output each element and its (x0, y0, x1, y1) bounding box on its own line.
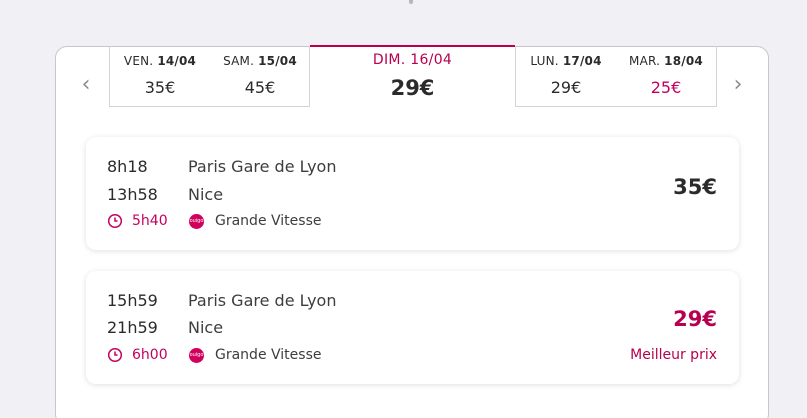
date-day: MAR. (629, 54, 661, 68)
operator: ouigo Grande Vitesse (189, 212, 321, 230)
date-selector: VEN. 14/04 35€ SAM. 15/04 45€ DIM. 16/04… (109, 45, 717, 107)
clock-icon (107, 213, 123, 229)
arrival-time: 21h59 (107, 318, 158, 337)
date-option-selected[interactable]: DIM. 16/04 29€ (310, 45, 515, 107)
duration: 5h40 (107, 212, 168, 230)
trip-price: 35€ (673, 175, 717, 199)
trip-card[interactable]: 8h18 Paris Gare de Lyon 13h58 Nice 5h40 … (86, 137, 739, 250)
date-price: 29€ (550, 78, 582, 97)
ouigo-logo-icon: ouigo (189, 213, 204, 229)
date-date: 18/04 (664, 54, 703, 68)
arrival-time: 13h58 (107, 185, 158, 204)
date-price: 29€ (390, 76, 435, 100)
trip-card[interactable]: 15h59 Paris Gare de Lyon 21h59 Nice 6h00… (86, 271, 739, 384)
departure-station: Paris Gare de Lyon (188, 291, 337, 310)
date-date: 15/04 (258, 54, 297, 68)
ouigo-logo-icon: ouigo (189, 347, 204, 363)
duration-value: 6h00 (132, 347, 168, 363)
arrival-station: Nice (188, 318, 224, 337)
date-group-before: VEN. 14/04 35€ SAM. 15/04 45€ (109, 46, 310, 107)
operator: ouigo Grande Vitesse (189, 346, 321, 364)
date-option-3[interactable]: LUN. 17/04 29€ (516, 46, 616, 106)
chevron-right-icon[interactable]: › (728, 74, 748, 96)
results-panel: ‹ › VEN. 14/04 35€ SAM. 15/04 45€ DIM. 1… (55, 45, 769, 418)
chevron-left-icon[interactable]: ‹ (76, 74, 96, 96)
date-day: DIM. (372, 52, 406, 68)
duration-value: 5h40 (132, 213, 168, 229)
clock-icon (107, 347, 123, 363)
date-price: 45€ (244, 78, 276, 97)
date-option-4[interactable]: MAR. 18/04 25€ (616, 46, 716, 106)
duration: 6h00 (107, 346, 168, 364)
operator-label: Grande Vitesse (215, 347, 322, 363)
date-option-1[interactable]: SAM. 15/04 45€ (210, 46, 310, 106)
date-date: 14/04 (157, 54, 197, 68)
departure-time: 15h59 (107, 291, 158, 310)
operator-label: Grande Vitesse (215, 213, 322, 229)
date-option-0[interactable]: VEN. 14/04 35€ (110, 46, 210, 106)
date-price: 25€ (650, 78, 682, 97)
date-date: 17/04 (562, 54, 602, 68)
date-group-after: LUN. 17/04 29€ MAR. 18/04 25€ (515, 46, 717, 107)
trip-price: 29€ (673, 307, 717, 331)
date-day: LUN. (530, 54, 559, 68)
departure-time: 8h18 (107, 157, 148, 176)
date-date: 16/04 (410, 52, 453, 68)
departure-station: Paris Gare de Lyon (188, 157, 337, 176)
arrival-station: Nice (188, 185, 224, 204)
best-price-badge: Meilleur prix (630, 347, 717, 363)
date-price: 35€ (144, 78, 176, 97)
date-day: SAM. (223, 54, 255, 68)
top-marker (409, 0, 413, 4)
date-day: VEN. (123, 54, 154, 68)
